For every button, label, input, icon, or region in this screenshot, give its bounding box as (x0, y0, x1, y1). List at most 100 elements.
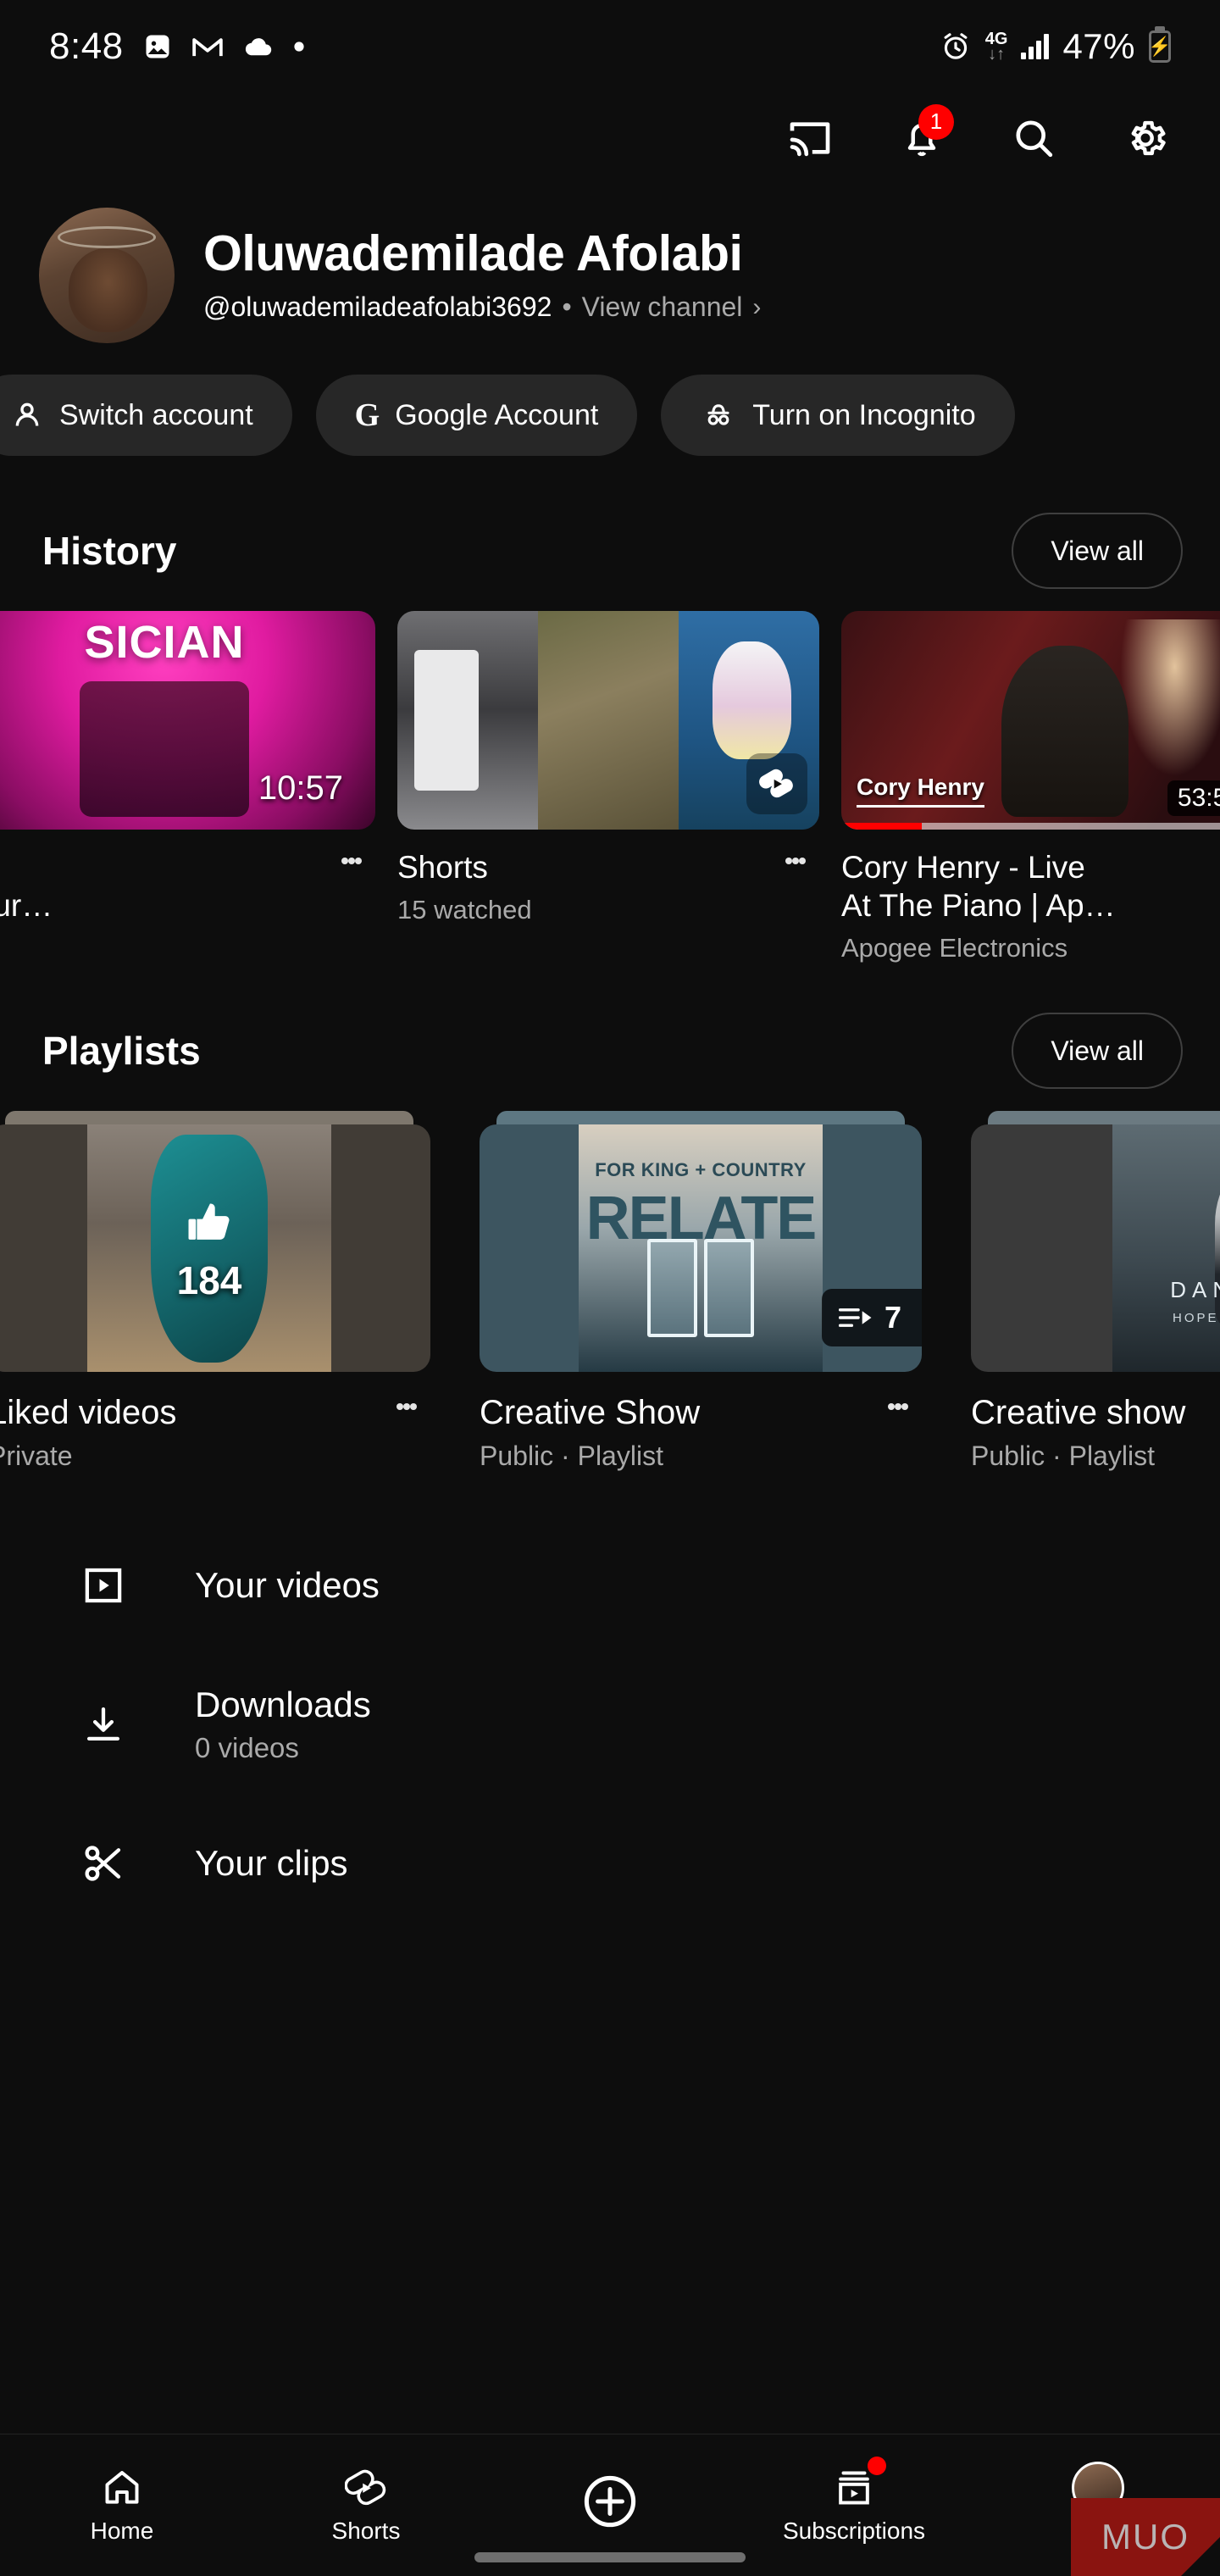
settings-button[interactable] (1115, 108, 1176, 169)
album-artist: FOR KING + COUNTRY (579, 1159, 822, 1181)
photos-icon (142, 31, 173, 62)
menu-item-your-videos[interactable]: Your videos (0, 1516, 1220, 1655)
section-title: Playlists (42, 1028, 201, 1074)
playlist-thumbnail-wrap[interactable]: 184 (0, 1111, 430, 1372)
account-chips-row[interactable]: Switch account G Google Account Turn on … (0, 352, 1220, 479)
nav-item-shorts[interactable]: Shorts (244, 2434, 488, 2576)
notifications-badge: 1 (918, 104, 954, 140)
playlist-thumbnail[interactable]: DANNY GOK HOPE IN FRONT OF M (971, 1124, 1220, 1372)
playlists-view-all-button[interactable]: View all (1012, 1013, 1183, 1089)
menu-item-label: Your clips (195, 1843, 348, 1884)
history-card-menu-button[interactable] (1216, 848, 1220, 963)
album-artist: DANNY GOK (1112, 1277, 1220, 1303)
video-thumbnail[interactable]: SICIAN 10:57 (0, 611, 375, 830)
playlist-art: DANNY GOK HOPE IN FRONT OF M (1112, 1124, 1220, 1372)
playlist-card[interactable]: 184 Liked videos Private (0, 1111, 430, 1472)
avatar-face (69, 248, 147, 332)
history-card-menu-button[interactable] (772, 848, 819, 925)
signal-bars-icon (1021, 34, 1049, 59)
playlist-meta: Creative Show Public · Playlist (480, 1372, 922, 1472)
status-time: 8:48 (49, 25, 124, 68)
network-type: 4G ↓↑ (985, 31, 1008, 63)
chip-label: Turn on Incognito (752, 399, 975, 432)
playlist-card[interactable]: FOR KING + COUNTRY RELATE 7 Creative Sho… (480, 1111, 922, 1472)
thumbs-up-icon (180, 1193, 239, 1252)
playlists-row[interactable]: 184 Liked videos Private FOR KING + COUN… (0, 1111, 1220, 1472)
chip-google-account[interactable]: G Google Account (316, 375, 638, 456)
album-title: HOPE IN FRONT OF M (1112, 1311, 1220, 1325)
video-thumbnail[interactable] (397, 611, 819, 830)
history-card-text: Cory Henry - Live At The Piano | Ap… Apo… (841, 848, 1216, 963)
home-icon (101, 2467, 143, 2509)
profile-header[interactable]: Oluwademilade Afolabi @oluwademiladeafol… (0, 182, 1220, 352)
menu-item-label: Downloads (195, 1685, 371, 1725)
video-title-line2: Chur… (0, 886, 328, 924)
history-card[interactable]: Shorts 15 watched (397, 611, 819, 963)
status-bar-right: 4G ↓↑ 47% ⚡ (940, 26, 1171, 67)
search-button[interactable] (1003, 108, 1064, 169)
thumbnail-light (1120, 619, 1220, 777)
playlist-title: Liked videos (0, 1394, 383, 1432)
history-card[interactable]: Cory Henry 53:57 Cory Henry - Live At Th… (841, 611, 1220, 963)
chip-label: Switch account (59, 399, 253, 432)
shorts-icon (345, 2467, 387, 2509)
thumbnail-watermark: Cory Henry (857, 774, 984, 808)
playlist-card[interactable]: DANNY GOK HOPE IN FRONT OF M Creative sh… (971, 1111, 1220, 1472)
section-title: History (42, 528, 176, 574)
profile-text: Oluwademilade Afolabi @oluwademiladeafol… (203, 228, 761, 324)
watch-progress-bar (841, 823, 1220, 830)
alarm-icon (940, 31, 972, 63)
chip-switch-account[interactable]: Switch account (0, 375, 292, 456)
muo-watermark: MUO (1071, 2498, 1220, 2576)
playlists-section-header: Playlists View all (0, 963, 1220, 1111)
bottom-navigation[interactable]: Home Shorts Subscriptions You MUO (0, 2434, 1220, 2576)
playlist-menu-button[interactable] (874, 1394, 922, 1472)
playlist-thumbnail[interactable]: FOR KING + COUNTRY RELATE 7 (480, 1124, 922, 1372)
playlist-visibility: Private (0, 1441, 383, 1472)
history-card-meta: Cory Henry - Live At The Piano | Ap… Apo… (841, 830, 1220, 963)
scissors-icon (78, 1840, 129, 1886)
menu-item-sublabel: 0 videos (195, 1732, 371, 1764)
separator-dot: • (562, 291, 571, 323)
chip-turn-on-incognito[interactable]: Turn on Incognito (661, 375, 1014, 456)
liked-overlay: 184 (0, 1124, 430, 1372)
history-card-meta: Shorts 15 watched (397, 830, 819, 925)
playlist-thumbnail-wrap[interactable]: DANNY GOK HOPE IN FRONT OF M (971, 1111, 1220, 1372)
thumbnail-figure (1001, 646, 1128, 816)
status-bar: 8:48 4G ↓↑ 47% ⚡ (0, 0, 1220, 93)
history-card-text: Shorts 15 watched (397, 848, 772, 925)
profile-handle: @oluwademiladeafolabi3692 (203, 291, 552, 323)
menu-item-your-clips[interactable]: Your clips (0, 1794, 1220, 1933)
video-duration: 53:57 (1167, 780, 1220, 816)
nav-item-home[interactable]: Home (0, 2434, 244, 2576)
video-channel: Apogee Electronics (841, 933, 1216, 963)
nav-label: Home (91, 2518, 154, 2545)
history-card[interactable]: SICIAN 10:57 g Chur… (0, 611, 375, 963)
playlist-thumbnail[interactable]: 184 (0, 1124, 430, 1372)
menu-item-text: Your clips (195, 1843, 348, 1884)
notifications-button[interactable]: 1 (891, 108, 952, 169)
playlist-thumbnail-wrap[interactable]: FOR KING + COUNTRY RELATE 7 (480, 1111, 922, 1372)
view-channel-link[interactable]: View channel (582, 291, 743, 323)
person-switch-icon (10, 398, 44, 432)
playlist-meta: Creative show Public · Playlist (971, 1372, 1220, 1472)
playlist-visibility: Public · Playlist (480, 1441, 874, 1472)
gmail-icon (191, 34, 224, 59)
nav-label: Shorts (332, 2518, 401, 2545)
history-section-header: History View all (0, 479, 1220, 611)
nav-item-subscriptions[interactable]: Subscriptions (732, 2434, 976, 2576)
thumbnail-figure (80, 681, 248, 817)
history-view-all-button[interactable]: View all (1012, 513, 1183, 589)
playlist-menu-button[interactable] (383, 1394, 430, 1472)
profile-subline[interactable]: @oluwademiladeafolabi3692 • View channel… (203, 291, 761, 323)
video-title-line2: At The Piano | Ap… (841, 886, 1216, 924)
history-row[interactable]: SICIAN 10:57 g Chur… Shorts 15 watched (0, 611, 1220, 963)
video-thumbnail[interactable]: Cory Henry 53:57 (841, 611, 1220, 830)
menu-item-label: Your videos (195, 1565, 380, 1606)
cast-button[interactable] (779, 108, 840, 169)
chevron-right-icon: › (752, 293, 761, 322)
menu-item-downloads[interactable]: Downloads 0 videos (0, 1655, 1220, 1794)
cloud-icon (242, 35, 274, 58)
avatar[interactable] (39, 208, 175, 343)
history-card-menu-button[interactable] (328, 848, 375, 924)
